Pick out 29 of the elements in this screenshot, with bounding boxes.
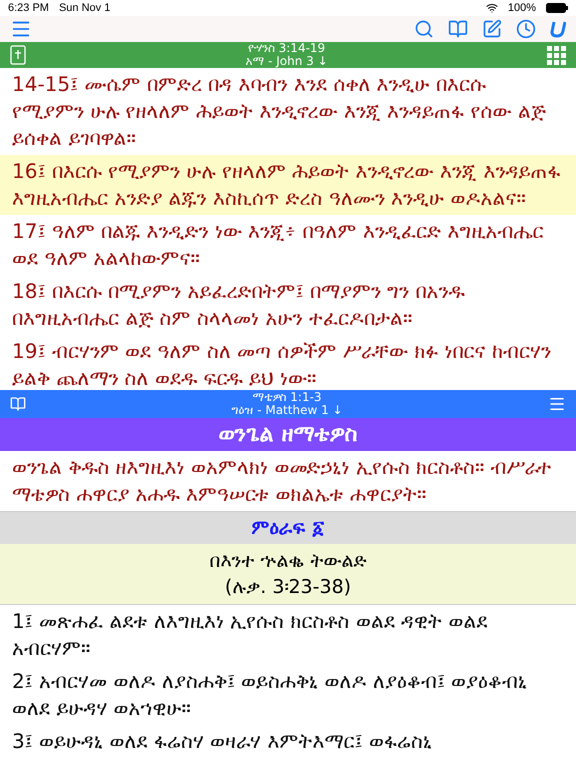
section-reference: (ሉቃ. 3፡23-38) bbox=[224, 575, 352, 600]
logo-icon[interactable] bbox=[550, 20, 566, 38]
passage-reference: ማቴዎስ 1:1-3 bbox=[252, 391, 322, 404]
book-icon[interactable] bbox=[448, 19, 468, 39]
battery-icon bbox=[546, 3, 568, 13]
passage-reference: ዮሃንስ 3:14-19 bbox=[248, 42, 326, 55]
status-time: 6:23 PM bbox=[8, 2, 49, 14]
verse-text: 17፤ ዓለም በልጁ እንዲድን ነው እንጂ፥ በዓለም እንዲፈርድ እግዚአብሔር ወደ ዓለም አልላከውምና። bbox=[11, 218, 544, 272]
grid-icon[interactable] bbox=[547, 46, 566, 64]
book-selector[interactable]: አማ - John 3 ↓ bbox=[245, 55, 328, 68]
verse-text: 19፤ ብርሃንም ወደ ዓለም ስለ መጣ ሰዎችም ሥራቸው ክፉ ነበርና ከብርሃን ይልቅ ጨለማን ስለ ወደዱ ፍርዱ ይህ ነው። bbox=[11, 338, 552, 390]
verse-text: 1፤ መጽሐፈ ልደቱ ለእግዚእነ ኢየሱስ ክርስቶስ ወልደ ዳዊት ወልደ አብርሃም። bbox=[11, 608, 489, 662]
intro-text: ወንጌል ቅዱስ ዘእግዚእነ ወአምላክነ ወመድኃኒነ ኢየሱስ ክርስቶስ። ብሥራተ ማቴዎስ ሐዋርያ አሐዱ እምዓሠርቱ ወክልኤቱ ሐዋርያት። bbox=[11, 454, 553, 508]
search-icon[interactable] bbox=[414, 19, 434, 39]
verse-text: 2፤ አብርሃመ ወለዶ ለያስሐቅ፤ ወይስሐቅኒ ወለዶ ለያዕቆብ፤ ወያዕቆብኒ ወለደ ይሁዳሃ ወአኀዊሁ። bbox=[11, 668, 528, 722]
status-date: Sun Nov 1 bbox=[58, 2, 110, 14]
verse-text: 16፤ በእርሱ የሚያምን ሁሉ የዘላለም ሕይወት እንዲኖረው እንጂ እንዳይጠፋ እግዚአብሔር አንድያ ልጁን እስኪሰጥ ድረስ ዓለሙን እንዲሁ ወዶአልና። bbox=[0, 155, 576, 215]
verse-text: 14-15፤ ሙሴም በምድረ በዳ እባብን እንደ ሰቀለ እንዲሁ በእርሱ የሚያምን ሁሉ የዘላለም ሕይወት እንዲኖረው እንጂ እንዳይጠፋ የሰው ልጅ ይሰቀል ይገባዋል። bbox=[11, 71, 547, 152]
chapter-heading: ምዕራፍ ፩ bbox=[0, 511, 576, 544]
verse-text: 18፤ በእርሱ በሚያምን አይፈረድበትም፤ በማያምን ግን በአንዱ በእግዚአብሔር ልጅ ስም ስላላመነ አሁን ተፈርዶበታል። bbox=[11, 278, 466, 332]
edit-icon[interactable] bbox=[482, 19, 502, 39]
menu-icon[interactable] bbox=[548, 395, 566, 413]
clock-icon[interactable] bbox=[516, 19, 536, 39]
book-title: ወንጌል ዘማቴዎስ bbox=[0, 418, 576, 451]
verse-text: 3፤ ወይሁዳኒ ወለደ ፋሬስሃ ወዛራሃ እምትእማር፤ ወፋሬስኒ bbox=[11, 728, 433, 755]
bible-icon[interactable] bbox=[10, 45, 26, 65]
book-selector[interactable]: ግዕዝ - Matthew 1 ↓ bbox=[231, 404, 343, 417]
battery-level: 100% bbox=[508, 2, 536, 14]
section-title: በእንተ ኍልቈ ትውልድ bbox=[209, 549, 367, 574]
